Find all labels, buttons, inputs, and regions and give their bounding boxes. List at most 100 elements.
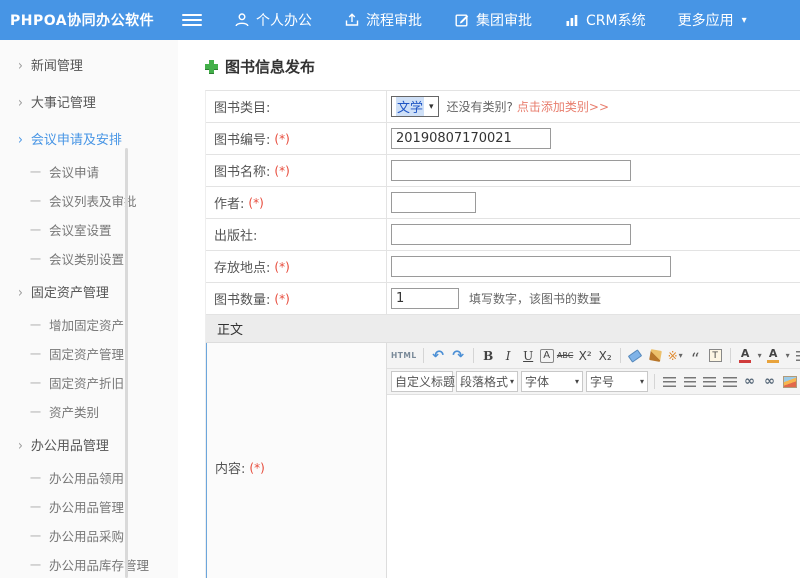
superscript-button[interactable]: X² <box>577 346 594 366</box>
dash-icon: 一 <box>30 404 41 420</box>
paragraph-format-dropdown[interactable]: 段落格式▾ <box>456 371 518 392</box>
caret-down-icon: ▾ <box>575 377 579 386</box>
sidebar-sub-meeting-room-settings[interactable]: 一会议室设置 <box>0 215 178 244</box>
sidebar-sub-meeting-apply[interactable]: 一会议申请 <box>0 157 178 186</box>
nav-crm-system[interactable]: CRM系统 <box>564 10 646 30</box>
align-left-button[interactable] <box>661 372 678 392</box>
caret-down-icon: ▾ <box>640 377 644 386</box>
sidebar-item-fixed-assets[interactable]: ›固定资产管理 <box>0 273 178 310</box>
custom-title-dropdown[interactable]: 自定义标题▾ <box>391 371 453 392</box>
required-marker: (*) <box>274 132 289 146</box>
align-right-icon <box>703 377 716 387</box>
top-navbar: PHPOA协同办公软件 个人办公 流程审批 集团审批 CRM系统 更多应用 ▾ <box>0 0 800 40</box>
sidebar-sub-supplies-purchase[interactable]: 一办公用品采购 <box>0 521 178 550</box>
sidebar-item-meeting[interactable]: ›会议申请及安排 <box>0 120 178 157</box>
caret-down-icon: ▾ <box>679 351 683 360</box>
bar-chart-icon <box>564 12 580 28</box>
field-label: 图书数量: <box>214 289 270 308</box>
align-center-icon <box>684 377 696 387</box>
sidebar-scrollbar[interactable] <box>125 148 128 578</box>
paint-format-icon: ※ <box>668 349 678 363</box>
remove-link-button[interactable]: ∞ <box>761 372 778 392</box>
dash-icon: 一 <box>30 222 41 238</box>
workflow-icon <box>344 12 360 28</box>
dash-icon: 一 <box>30 346 41 362</box>
required-marker: (*) <box>249 461 264 475</box>
field-label: 图书编号: <box>214 129 270 148</box>
paste-button[interactable]: T <box>707 346 724 366</box>
dash-icon: 一 <box>30 251 41 267</box>
add-category-link[interactable]: 点击添加类别>> <box>517 98 609 115</box>
required-marker: (*) <box>274 260 289 274</box>
sidebar-sub-supplies-manage[interactable]: 一办公用品管理 <box>0 492 178 521</box>
chevron-right-icon: › <box>18 93 23 110</box>
ordered-list-button[interactable]: ▾ <box>793 346 800 366</box>
paint-format-button[interactable]: ※▾ <box>667 346 684 366</box>
hamburger-menu-icon[interactable] <box>182 11 202 29</box>
sidebar-sub-asset-manage[interactable]: 一固定资产管理 <box>0 339 178 368</box>
eraser-button[interactable] <box>627 346 644 366</box>
strikethrough-button[interactable]: ABC <box>557 346 574 366</box>
editor-toolbar-row2: 自定义标题▾ 段落格式▾ 字体▾ 字号▾ ∞ ∞ <box>387 369 800 395</box>
editor-toolbar-row1: HTML ↶ ↷ B I U A ABC X² X₂ <box>387 343 800 369</box>
underline-button[interactable]: U <box>520 346 537 366</box>
required-marker: (*) <box>274 164 289 178</box>
caret-down-icon: ▾ <box>742 15 747 26</box>
quantity-input[interactable] <box>391 288 459 309</box>
char-border-button[interactable]: A <box>540 349 554 363</box>
dash-icon: 一 <box>30 375 41 391</box>
nav-group-approval[interactable]: 集团审批 <box>454 10 532 30</box>
redo-button[interactable]: ↷ <box>450 346 467 366</box>
font-family-dropdown[interactable]: 字体▾ <box>521 371 583 392</box>
page-title: 图书信息发布 <box>205 56 800 77</box>
insert-link-button[interactable]: ∞ <box>741 372 758 392</box>
book-category-select[interactable]: 文学 ▾ <box>391 96 439 117</box>
sidebar-sub-meeting-category-settings[interactable]: 一会议类别设置 <box>0 244 178 273</box>
sidebar-item-news[interactable]: ›新闻管理 <box>0 46 178 83</box>
sidebar-sub-add-asset[interactable]: 一增加固定资产 <box>0 310 178 339</box>
blockquote-button[interactable]: “ <box>687 346 704 366</box>
field-label: 存放地点: <box>214 257 270 276</box>
chevron-right-icon: › <box>18 56 23 73</box>
book-name-input[interactable] <box>391 160 631 181</box>
sidebar-sub-meeting-list-approval[interactable]: 一会议列表及审批 <box>0 186 178 215</box>
caret-down-icon: ▾ <box>758 351 762 360</box>
font-color-button[interactable]: A <box>737 346 754 366</box>
html-source-button[interactable]: HTML <box>391 346 417 366</box>
sidebar-sub-asset-depreciation[interactable]: 一固定资产折旧 <box>0 368 178 397</box>
font-size-dropdown[interactable]: 字号▾ <box>586 371 648 392</box>
nav-personal-office[interactable]: 个人办公 <box>234 10 312 30</box>
broom-icon <box>649 349 662 362</box>
user-icon <box>234 12 250 28</box>
insert-image-button[interactable] <box>781 372 798 392</box>
chevron-right-icon: › <box>18 130 23 147</box>
author-input[interactable] <box>391 192 476 213</box>
subscript-button[interactable]: X₂ <box>597 346 614 366</box>
book-number-input[interactable] <box>391 128 551 149</box>
sidebar-sub-asset-category[interactable]: 一资产类别 <box>0 397 178 426</box>
align-right-button[interactable] <box>701 372 718 392</box>
sidebar-item-memorabilia[interactable]: ›大事记管理 <box>0 83 178 120</box>
align-justify-button[interactable] <box>721 372 738 392</box>
italic-button[interactable]: I <box>500 346 517 366</box>
clear-format-button[interactable] <box>647 346 664 366</box>
field-label: 图书类目: <box>214 97 270 116</box>
editor-content-area[interactable] <box>387 395 800 578</box>
align-center-button[interactable] <box>681 372 698 392</box>
sidebar-sub-supplies-use[interactable]: 一办公用品领用 <box>0 463 178 492</box>
bold-button[interactable]: B <box>480 346 497 366</box>
publisher-input[interactable] <box>391 224 631 245</box>
nav-more-apps[interactable]: 更多应用 ▾ <box>678 10 747 30</box>
nav-workflow-approval[interactable]: 流程审批 <box>344 10 422 30</box>
dash-icon: 一 <box>30 528 41 544</box>
undo-button[interactable]: ↶ <box>430 346 447 366</box>
dash-icon: 一 <box>30 557 41 573</box>
chevron-right-icon: › <box>18 436 23 453</box>
form-row-quantity: 图书数量:(*) 填写数字，该图书的数量 <box>206 283 800 315</box>
book-form: 图书类目: 文学 ▾ 还没有类别? 点击添加类别>> 图书编号:(*) 图书名称… <box>205 90 800 578</box>
sidebar-item-office-supplies[interactable]: ›办公用品管理 <box>0 426 178 463</box>
body-section-header: 正文 <box>206 315 800 343</box>
sidebar-sub-supplies-stock[interactable]: 一办公用品库存管理 <box>0 550 178 578</box>
location-input[interactable] <box>391 256 671 277</box>
highlight-color-button[interactable]: A <box>765 346 782 366</box>
